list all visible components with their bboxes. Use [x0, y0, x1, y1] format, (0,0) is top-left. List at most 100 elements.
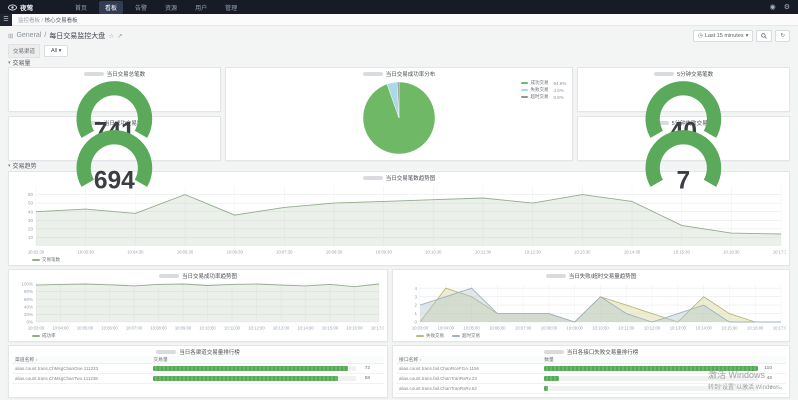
- panel-gauge-total[interactable]: 当日交易总笔数 741: [8, 67, 221, 112]
- bar-track: [153, 366, 356, 371]
- table-row[interactable]: alias.count.trans.ChMsgChanOne.111223 72: [12, 364, 384, 374]
- column-header-name[interactable]: 渠道名称 ↕: [12, 356, 153, 363]
- row-header-volume[interactable]: ▾ 交易量: [8, 58, 790, 67]
- chart-canvas[interactable]: 0%20%40%60%80%100%10:03:0010:04:0010:05:…: [12, 280, 384, 332]
- legend-item[interactable]: 失败交易: [416, 333, 444, 339]
- svg-text:10:08:30: 10:08:30: [326, 250, 343, 255]
- svg-text:10:04:00: 10:04:00: [52, 326, 69, 331]
- nav-item-users[interactable]: 用户: [189, 1, 213, 14]
- chevron-down-icon: ▾: [59, 48, 62, 54]
- title-chip: [159, 274, 179, 278]
- success-rate-chart[interactable]: 0%20%40%60%80%100%10:03:0010:04:0010:05:…: [12, 280, 384, 332]
- metric-name: alias.count.trans.fail.ChanRceFGA.1156: [396, 366, 544, 371]
- svg-text:20%: 20%: [24, 312, 33, 317]
- svg-text:10:16:00: 10:16:00: [346, 326, 363, 331]
- panel-pie-success-rate[interactable]: 当日交易成功率分布 成功交易94.6%失败交易4.6%超时交易0.8%: [225, 67, 574, 161]
- legend-color-dash: [416, 335, 424, 337]
- svg-text:10:17:00: 10:17:00: [773, 326, 786, 331]
- svg-text:10:10:30: 10:10:30: [425, 250, 442, 255]
- panel-fail-trend[interactable]: 当日失败/超时交易量趋势图 0123410:03:0010:04:0010:05…: [392, 269, 790, 342]
- panel-title: 当日各接口失败交易量排行榜: [567, 348, 639, 356]
- pie-legend-item[interactable]: 超时交易0.8%: [521, 94, 567, 100]
- svg-text:10:07:00: 10:07:00: [515, 326, 532, 331]
- folder-name[interactable]: General: [16, 32, 41, 39]
- sort-icon[interactable]: ↕: [420, 357, 422, 362]
- legend-color-dash: [452, 335, 460, 337]
- nav-item-dashboards[interactable]: 看板: [99, 1, 123, 14]
- panel-title: 当日交易笔数趋势图: [386, 174, 436, 182]
- table-body: alias.count.trans.ChMsgChanOne.11122372a…: [12, 364, 384, 384]
- brand[interactable]: 夜莺: [8, 2, 33, 12]
- svg-text:10:05:30: 10:05:30: [177, 250, 194, 255]
- svg-text:10:13:00: 10:13:00: [273, 326, 290, 331]
- nav-item-alerts[interactable]: 告警: [129, 1, 153, 14]
- panel-table-channel-ranking[interactable]: 当日各渠道交易量排行榜 渠道名称 ↕ 交易量 alias.count.trans…: [8, 345, 388, 398]
- gauge-value: 7: [677, 167, 691, 194]
- svg-text:10:12:00: 10:12:00: [644, 326, 661, 331]
- nav-item-admin[interactable]: 管理: [219, 1, 243, 14]
- svg-text:1: 1: [415, 311, 418, 316]
- panel-title: 5分钟交易笔数: [677, 70, 713, 78]
- pie-legend-item[interactable]: 成功交易94.6%: [521, 80, 567, 86]
- panel-title: 当日各渠道交易量排行榜: [179, 348, 240, 356]
- metric-name: alias.count.trans.ChMsgChanTwo.111236: [12, 376, 153, 381]
- gauge-arc: 694: [12, 127, 217, 201]
- legend-item[interactable]: 成功率: [32, 333, 56, 339]
- panel-success-rate-trend[interactable]: 当日交易成功率趋势图 0%20%40%60%80%100%10:03:0010:…: [8, 269, 388, 342]
- svg-text:0: 0: [415, 320, 418, 325]
- variable-select[interactable]: All ▾: [44, 45, 68, 57]
- svg-text:10: 10: [28, 235, 34, 240]
- metric-value: 58: [360, 376, 370, 381]
- row-title: 交易量: [13, 58, 31, 67]
- svg-text:10:16:00: 10:16:00: [747, 326, 764, 331]
- pie-legend-item[interactable]: 失败交易4.6%: [521, 87, 567, 93]
- legend-item[interactable]: 交易笔数: [32, 257, 60, 263]
- user-icon[interactable]: ◉: [770, 3, 776, 11]
- metric-value: 72: [360, 366, 370, 371]
- app-logo-icon: [8, 3, 17, 12]
- title-chip: [544, 350, 564, 354]
- dashboard-page: 夜莺 首页 看板 告警 资源 用户 管理 ◉ ⚙ ☰ 监控看板 / 核心交易看板…: [0, 0, 798, 398]
- bar-fill: [544, 386, 548, 391]
- refresh-icon: ↻: [780, 33, 785, 39]
- nav-item-resources[interactable]: 资源: [159, 1, 183, 14]
- metric-name: alias.count.trans.ChMsgChanOne.111223: [12, 366, 153, 371]
- gauge-arc: 7: [581, 127, 786, 201]
- panel-title: 当日交易成功率分布: [386, 70, 436, 78]
- breadcrumb-root[interactable]: 监控看板: [18, 18, 40, 24]
- sidebar-toggle-icon[interactable]: ☰: [0, 14, 12, 26]
- svg-text:10:05:00: 10:05:00: [463, 326, 480, 331]
- chart-canvas[interactable]: 0123410:03:0010:04:0010:05:0010:06:0010:…: [396, 280, 786, 332]
- nav-item-home[interactable]: 首页: [69, 1, 93, 14]
- svg-text:10:15:30: 10:15:30: [674, 250, 691, 255]
- svg-text:10:08:00: 10:08:00: [150, 326, 167, 331]
- breadcrumb[interactable]: 监控看板 / 核心交易看板: [18, 16, 78, 24]
- svg-text:10:14:00: 10:14:00: [696, 326, 713, 331]
- table-header: 接口名称 ↕ 数量: [396, 356, 786, 364]
- watermark-line2: 转到“设置”以激活 Windows。: [708, 382, 786, 391]
- favorite-star-icon[interactable]: ☆: [108, 32, 114, 40]
- legend-item[interactable]: 超时交易: [452, 333, 480, 339]
- fail-trend-chart[interactable]: 0123410:03:0010:04:0010:05:0010:06:0010:…: [396, 280, 786, 332]
- svg-text:2: 2: [415, 303, 418, 308]
- share-icon[interactable]: ↗: [117, 32, 122, 40]
- svg-text:60%: 60%: [24, 297, 33, 302]
- svg-text:4: 4: [415, 286, 418, 291]
- zoom-out-button[interactable]: [756, 30, 772, 42]
- time-range-picker[interactable]: ◷ Last 15 minutes ▾: [693, 30, 753, 42]
- nav-menu: 首页 看板 告警 资源 用户 管理: [69, 1, 770, 14]
- svg-text:20: 20: [28, 226, 34, 231]
- windows-activation-watermark: 激活 Windows 转到“设置”以激活 Windows。: [708, 368, 786, 391]
- column-header-value[interactable]: 数量: [544, 356, 786, 363]
- column-header-name[interactable]: 接口名称 ↕: [396, 356, 544, 363]
- panel-gauge-5min[interactable]: 5分钟交易笔数 40: [577, 67, 790, 112]
- settings-gear-icon[interactable]: ⚙: [784, 3, 790, 11]
- sort-icon[interactable]: ↕: [36, 357, 38, 362]
- column-header-value[interactable]: 交易量: [153, 356, 384, 363]
- refresh-button[interactable]: ↻: [775, 30, 790, 42]
- breadcrumb-current: 核心交易看板: [45, 18, 78, 24]
- svg-text:10:03:00: 10:03:00: [28, 326, 45, 331]
- pie-chart[interactable]: [229, 78, 570, 158]
- table-row[interactable]: alias.count.trans.ChMsgChanTwo.111236 58: [12, 374, 384, 384]
- collapse-caret-icon: ▾: [8, 163, 11, 169]
